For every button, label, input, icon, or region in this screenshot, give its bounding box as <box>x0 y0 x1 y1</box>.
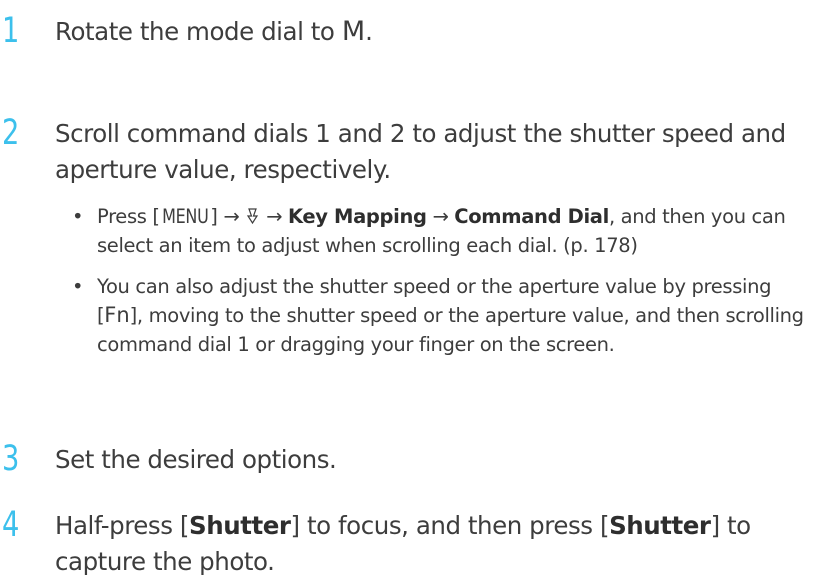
bullet-text: → <box>260 205 288 228</box>
mode-m-label: M <box>341 16 366 47</box>
bullet-text: → <box>426 205 455 228</box>
step-text: Scroll command dials 1 and 2 to adjust t… <box>55 119 786 184</box>
step-number: 4 <box>2 505 20 545</box>
list-item: • You can also adjust the shutter speed … <box>72 272 822 359</box>
fn-key-label: Fn <box>104 303 130 327</box>
step-text: Set the desired options. <box>55 445 337 474</box>
custom-settings-icon <box>245 202 260 231</box>
step-number: 1 <box>2 11 20 51</box>
bullet-text: ] → <box>210 205 246 228</box>
command-dial-label: Command Dial <box>454 205 609 228</box>
step-text-main: Rotate the mode dial to <box>55 17 335 46</box>
step-text: Rotate the mode dial to M. <box>55 14 821 50</box>
bullet-text: ], moving to the shutter speed or the ap… <box>97 304 804 356</box>
key-mapping-label: Key Mapping <box>287 205 427 228</box>
menu-key-label: MENU <box>161 205 209 228</box>
shutter-key-label: Shutter <box>609 511 711 540</box>
bullet-dot: • <box>72 275 84 298</box>
step-text-part: ] to focus, and then press [ <box>290 511 610 540</box>
step-number: 2 <box>2 113 20 153</box>
bullet-dot: • <box>72 205 84 228</box>
step-number: 3 <box>2 439 20 479</box>
step-text-end: . <box>365 17 373 46</box>
step-text: Half-press [Shutter] to focus, and then … <box>55 508 821 580</box>
step-text-part: Half-press [ <box>55 511 190 540</box>
step-2-notes: • Press [MENU] → → Key Mapping → Command… <box>72 202 822 359</box>
list-item: • Press [MENU] → → Key Mapping → Command… <box>72 202 822 260</box>
bullet-text: Press [ <box>97 205 160 228</box>
shutter-key-label: Shutter <box>189 511 291 540</box>
